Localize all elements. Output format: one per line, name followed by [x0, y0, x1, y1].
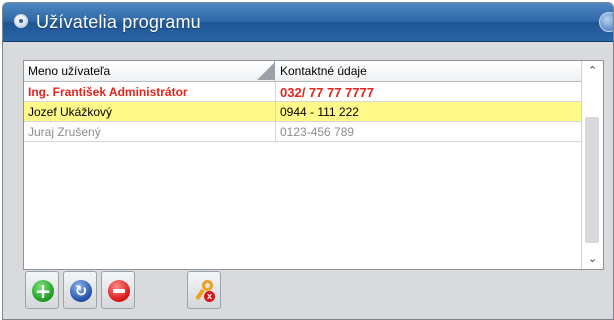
title-bar[interactable]: Užívatelia programu — [3, 3, 613, 42]
table-row[interactable]: Jozef Ukážkový 0944 - 111 222 — [24, 102, 583, 122]
cell-contact: 0944 - 111 222 — [280, 105, 359, 119]
scrollbar-thumb[interactable] — [585, 117, 599, 243]
chevron-down-icon[interactable]: ⌄ — [582, 249, 603, 269]
toolbar: + ↻ x — [21, 271, 231, 315]
close-icon[interactable] — [599, 12, 613, 32]
vertical-scrollbar[interactable]: ⌃ ⌄ — [581, 61, 603, 269]
chevron-up-icon[interactable]: ⌃ — [582, 61, 603, 81]
users-table: Meno užívateľa Kontaktné údaje Ing. Fran… — [23, 60, 604, 270]
minus-icon — [108, 280, 130, 302]
column-separator — [275, 102, 276, 122]
table-row[interactable]: Ing. František Administrátor 032/ 77 77 … — [24, 82, 583, 102]
plus-icon: + — [32, 280, 54, 302]
reset-password-button[interactable]: x — [187, 271, 221, 309]
key-icon: x — [194, 279, 218, 303]
app-icon — [14, 14, 28, 28]
sort-indicator-icon — [257, 62, 275, 80]
remove-user-button[interactable] — [101, 271, 135, 309]
column-separator — [275, 82, 276, 102]
window-title: Užívatelia programu — [36, 12, 201, 32]
cell-contact: 0123-456 789 — [280, 125, 355, 139]
table-header: Meno užívateľa Kontaktné údaje — [24, 61, 583, 82]
cell-username: Ing. František Administrátor — [28, 85, 188, 99]
column-separator — [275, 122, 276, 142]
refresh-icon: ↻ — [70, 280, 92, 302]
add-user-button[interactable]: + — [25, 271, 59, 309]
refresh-button[interactable]: ↻ — [63, 271, 97, 309]
cell-username: Juraj Zrušený — [28, 125, 101, 139]
column-header-contact[interactable]: Kontaktné údaje — [276, 61, 583, 81]
column-header-username[interactable]: Meno užívateľa — [24, 61, 275, 81]
cell-contact: 032/ 77 77 7777 — [280, 85, 374, 100]
table-row[interactable]: Juraj Zrušený 0123-456 789 — [24, 122, 583, 142]
cell-username: Jozef Ukážkový — [28, 105, 113, 119]
users-window: Užívatelia programu Meno užívateľa Konta… — [2, 2, 614, 320]
